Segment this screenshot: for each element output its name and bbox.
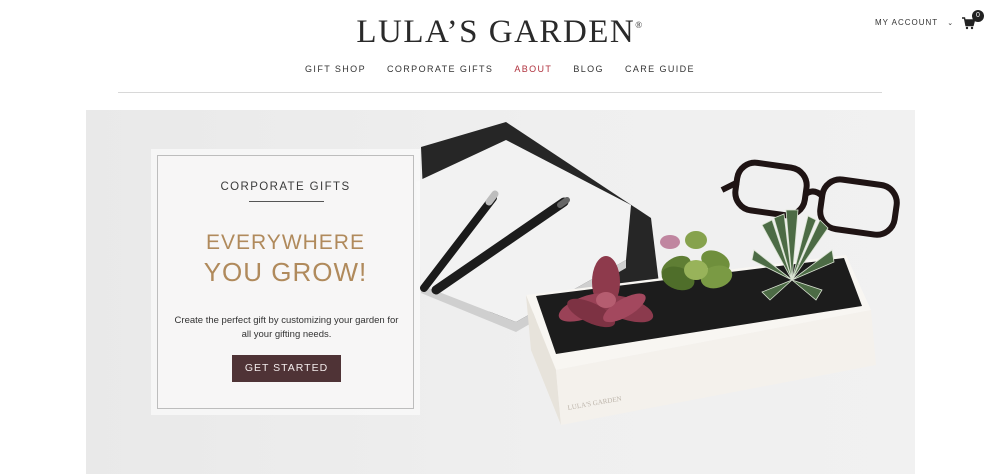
hero-eyebrow-rule <box>249 201 324 202</box>
nav-corporate-gifts[interactable]: CORPORATE GIFTS <box>387 64 493 74</box>
hero-card: CORPORATE GIFTS EVERYWHERE YOU GROW! Cre… <box>151 149 420 415</box>
nav-blog[interactable]: BLOG <box>573 64 604 74</box>
header-divider <box>118 92 882 93</box>
site-logo[interactable]: LULA’S GARDEN® <box>0 14 1000 51</box>
logo-text: LULA’S GARDEN <box>356 14 636 50</box>
hero-headline-line1: EVERYWHERE <box>206 231 365 254</box>
my-account-label: MY ACCOUNT <box>875 18 939 27</box>
hero-headline-line2: YOU GROW! <box>203 257 368 287</box>
main-nav: GIFT SHOP CORPORATE GIFTS ABOUT BLOG CAR… <box>0 64 1000 74</box>
cart-count-badge: 0 <box>972 10 984 22</box>
hero-eyebrow: CORPORATE GIFTS <box>220 181 351 193</box>
nav-care-guide[interactable]: CARE GUIDE <box>625 64 695 74</box>
get-started-button[interactable]: GET STARTED <box>232 355 341 382</box>
my-account-menu[interactable]: MY ACCOUNT ⌄ <box>875 18 954 27</box>
nav-about[interactable]: ABOUT <box>514 64 552 74</box>
cart-button[interactable]: 0 <box>962 10 984 31</box>
hero-body-text: Create the perfect gift by customizing y… <box>174 315 399 340</box>
chevron-down-icon: ⌄ <box>947 20 955 27</box>
logo-registered-mark: ® <box>635 20 644 30</box>
nav-gift-shop[interactable]: GIFT SHOP <box>305 64 366 74</box>
